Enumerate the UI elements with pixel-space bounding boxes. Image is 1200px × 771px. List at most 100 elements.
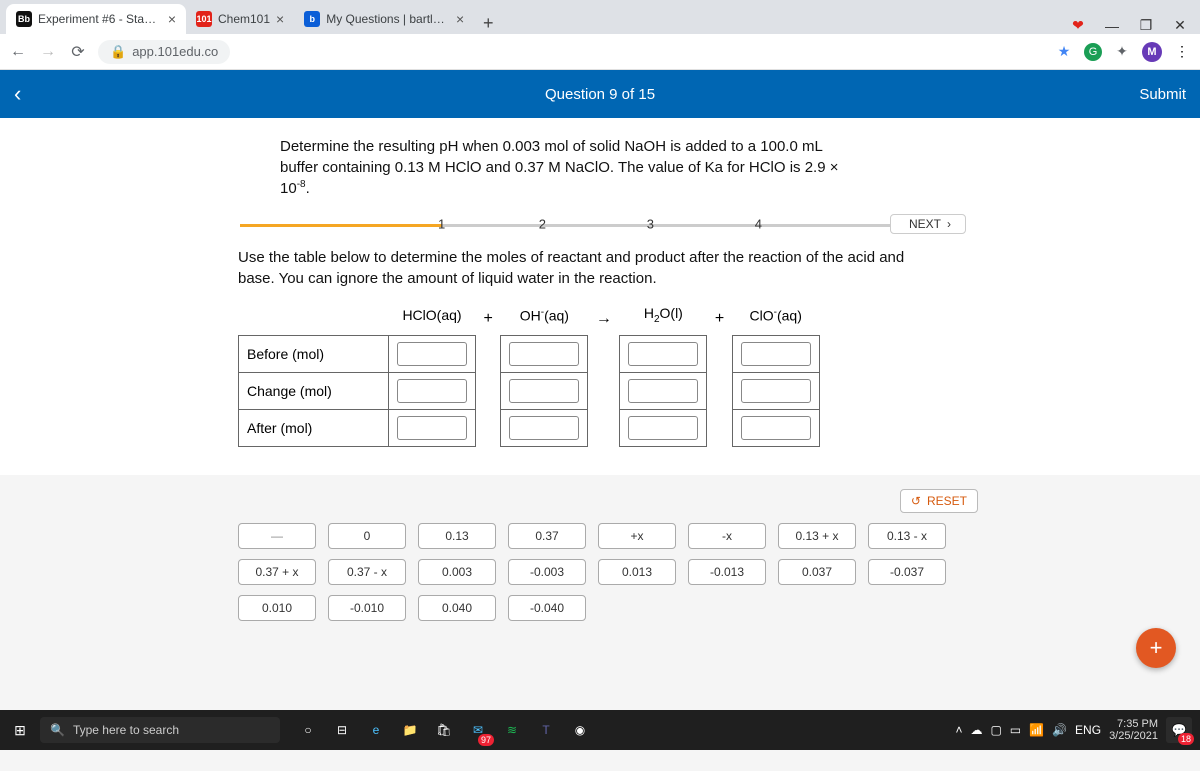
cortana-icon[interactable]: ○ [294,716,322,744]
close-icon[interactable]: × [276,11,284,27]
more-menu-icon[interactable]: ⋮ [1172,43,1192,60]
ice-cell-input[interactable] [741,342,811,366]
start-button[interactable]: ⊞ [0,722,40,739]
store-icon[interactable]: 🛍 [430,716,458,744]
answer-chip[interactable]: 0.37 - x [328,559,406,585]
reset-button[interactable]: ↺ RESET [900,489,978,513]
taskview-icon[interactable]: ⊟ [328,716,356,744]
language-indicator[interactable]: ENG [1075,723,1101,737]
ice-cell-input[interactable] [397,416,467,440]
sound-icon[interactable]: 🔊 [1052,723,1067,737]
tab-title: My Questions | bartleby [326,12,450,26]
answer-chip[interactable]: 0.13 - x [868,523,946,549]
ice-cell-input[interactable] [509,342,579,366]
close-icon[interactable]: × [168,11,176,27]
answer-chip[interactable]: -0.040 [508,595,586,621]
ice-cell-input[interactable] [509,416,579,440]
wifi-icon[interactable]: 📶 [1029,723,1044,737]
taskbar-search[interactable]: 🔍 Type here to search [40,717,280,743]
arrow-icon: → [588,303,620,335]
plus-icon: + [707,303,732,335]
answer-chip[interactable]: 0.37 + x [238,559,316,585]
answer-chip[interactable]: -0.010 [328,595,406,621]
tab-title: Chem101 [218,12,270,26]
add-fab[interactable]: + [1136,628,1176,668]
answer-chip[interactable]: +x [598,523,676,549]
answer-chip[interactable]: -0.013 [688,559,766,585]
answer-chip[interactable]: 0.010 [238,595,316,621]
browser-tab[interactable]: b My Questions | bartleby × [294,4,474,34]
ice-cell-input[interactable] [628,416,698,440]
taskbar-clock[interactable]: 7:35 PM 3/25/2021 [1109,718,1158,742]
answer-chip[interactable]: -x [688,523,766,549]
answer-chip[interactable]: — [238,523,316,549]
answer-chip[interactable]: 0.13 [418,523,496,549]
browser-tab[interactable]: Bb Experiment #6 - Standardization × [6,4,186,34]
heart-icon[interactable]: ❤ [1068,17,1088,34]
address-bar: ← → ⟳ 🔒 app.101edu.co ★ G ✦ M ⋮ [0,34,1200,70]
row-label: Before (mol) [239,335,389,372]
spotify-icon[interactable]: ≋ [498,716,526,744]
tray-expand-icon[interactable]: ˄ [955,723,962,737]
chrome-icon[interactable]: ◉ [566,716,594,744]
ice-cell-input[interactable] [628,379,698,403]
question-header: ‹ Question 9 of 15 Submit [0,70,1200,118]
mail-icon[interactable]: ✉97 [464,716,492,744]
nav-back-icon[interactable]: ← [8,43,28,61]
teams-icon[interactable]: T [532,716,560,744]
ice-cell-input[interactable] [741,379,811,403]
tab-title: Experiment #6 - Standardization [38,12,162,26]
answer-chip[interactable]: -0.003 [508,559,586,585]
browser-tab[interactable]: 101 Chem101 × [186,4,294,34]
question-prompt: Determine the resulting pH when 0.003 mo… [280,136,920,199]
display-icon[interactable]: ▢ [990,723,1001,737]
answer-chip[interactable]: -0.037 [868,559,946,585]
next-step-button[interactable]: NEXT› [890,214,966,234]
window-close-button[interactable]: ✕ [1170,17,1190,34]
tab-favicon: Bb [16,11,32,27]
lock-icon: 🔒 [110,44,126,60]
answer-chip[interactable]: 0.13 + x [778,523,856,549]
answer-chip[interactable]: 0.003 [418,559,496,585]
chevron-right-icon: › [947,217,951,231]
restore-button[interactable]: ❐ [1136,17,1156,34]
plus-icon: + [476,303,501,335]
row-label: Change (mol) [239,372,389,409]
star-icon[interactable]: ★ [1054,43,1074,60]
onedrive-icon[interactable]: ☁ [970,723,982,737]
step-progress: 1 2 3 4 NEXT› [240,213,960,235]
ice-cell-input[interactable] [397,379,467,403]
step-marker[interactable]: 4 [755,217,762,232]
ice-cell-input[interactable] [397,342,467,366]
species-label: ClO-(aq) [732,303,819,335]
nav-forward-icon[interactable]: → [38,43,58,61]
new-tab-button[interactable]: + [474,13,502,34]
url-field[interactable]: 🔒 app.101edu.co [98,40,230,64]
search-icon: 🔍 [50,723,65,737]
extension-icon[interactable]: G [1084,43,1102,61]
profile-avatar[interactable]: M [1142,42,1162,62]
answer-chip[interactable]: 0.37 [508,523,586,549]
project-icon[interactable]: ▭ [1010,723,1021,737]
close-icon[interactable]: × [456,11,464,27]
answer-chip[interactable]: 0.013 [598,559,676,585]
search-placeholder: Type here to search [73,723,179,737]
question-back-button[interactable]: ‹ [14,81,21,107]
tab-favicon: 101 [196,11,212,27]
edge-icon[interactable]: e [362,716,390,744]
answer-chip[interactable]: 0 [328,523,406,549]
minimize-button[interactable]: — [1102,18,1122,34]
ice-cell-input[interactable] [741,416,811,440]
ice-cell-input[interactable] [509,379,579,403]
explorer-icon[interactable]: 📁 [396,716,424,744]
answer-chip[interactable]: 0.037 [778,559,856,585]
step-marker[interactable]: 3 [647,217,654,232]
submit-button[interactable]: Submit [1139,86,1186,103]
action-center-icon[interactable]: 💬 18 [1166,717,1192,743]
nav-reload-icon[interactable]: ⟳ [68,42,88,62]
ice-cell-input[interactable] [628,342,698,366]
extensions-icon[interactable]: ✦ [1112,43,1132,60]
step-marker[interactable]: 2 [539,217,546,232]
answer-chip[interactable]: 0.040 [418,595,496,621]
step-marker[interactable]: 1 [438,217,445,232]
